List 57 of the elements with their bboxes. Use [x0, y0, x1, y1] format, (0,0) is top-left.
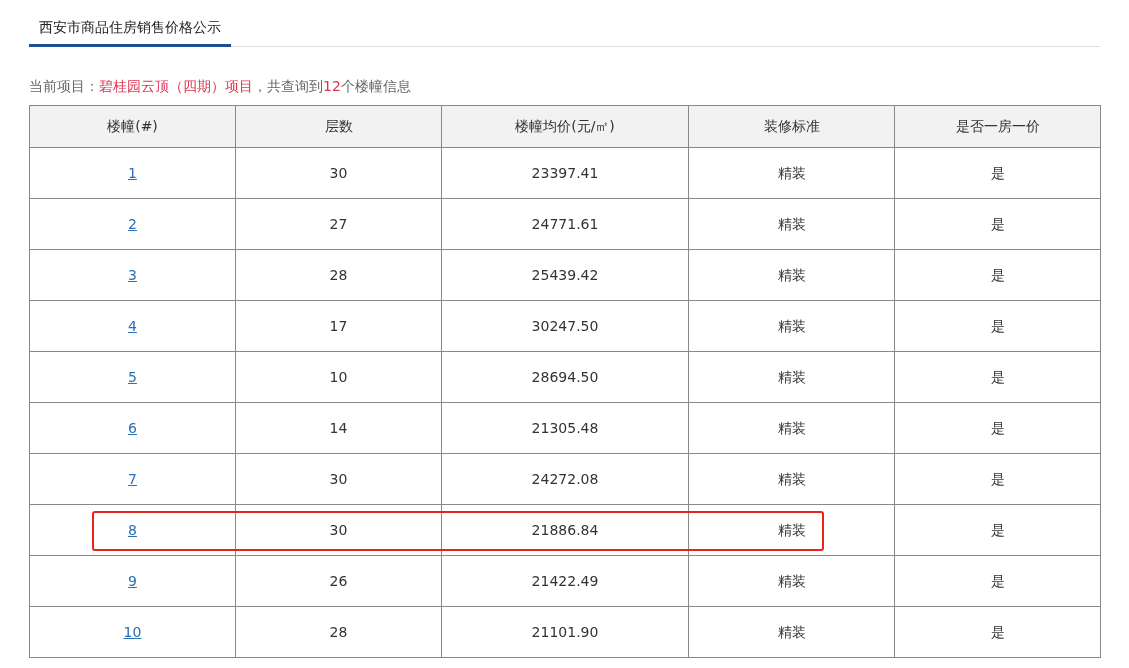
table-cell: 精装 — [688, 249, 895, 301]
column-header: 楼幢(#) — [29, 105, 236, 148]
table-cell: 是 — [894, 249, 1101, 301]
column-header: 装修标准 — [688, 105, 895, 148]
table-cell: 精装 — [688, 606, 895, 658]
table-cell: 是 — [894, 147, 1101, 199]
building-link[interactable]: 1 — [128, 164, 137, 181]
table-cell: 28694.50 — [441, 351, 689, 403]
building-link[interactable]: 6 — [128, 419, 137, 436]
table-cell: 精装 — [688, 504, 895, 556]
building-link[interactable]: 10 — [123, 623, 142, 640]
table-cell: 28 — [235, 249, 442, 301]
table-cell: 精装 — [688, 351, 895, 403]
table-cell: 精装 — [688, 147, 895, 199]
table-cell: 30 — [235, 453, 442, 505]
table-cell: 14 — [235, 402, 442, 454]
table-cell: 30 — [235, 504, 442, 556]
building-link[interactable]: 3 — [128, 266, 137, 283]
page-tab[interactable]: 西安市商品住房销售价格公示 — [29, 10, 231, 47]
building-link[interactable]: 8 — [128, 521, 137, 538]
column-header: 层数 — [235, 105, 442, 148]
table-cell: 27 — [235, 198, 442, 250]
column-header: 是否一房一价 — [894, 105, 1101, 148]
table-cell: 24771.61 — [441, 198, 689, 250]
table-cell: 精装 — [688, 555, 895, 607]
table-cell: 24272.08 — [441, 453, 689, 505]
table-cell: 是 — [894, 300, 1101, 352]
table-cell: 精装 — [688, 453, 895, 505]
building-link[interactable]: 2 — [128, 215, 137, 232]
building-link[interactable]: 7 — [128, 470, 137, 487]
column-header: 楼幢均价(元/㎡) — [441, 105, 689, 148]
table-cell: 10 — [235, 351, 442, 403]
building-link[interactable]: 4 — [128, 317, 137, 334]
table-cell: 25439.42 — [441, 249, 689, 301]
table-cell: 21422.49 — [441, 555, 689, 607]
project-summary-text: 当前项目：碧桂园云顶（四期）项目，共查询到12个楼幢信息 — [29, 77, 412, 96]
table-cell: 精装 — [688, 402, 895, 454]
table-cell: 是 — [894, 402, 1101, 454]
building-link[interactable]: 9 — [128, 572, 137, 589]
table-cell: 是 — [894, 504, 1101, 556]
table-cell: 是 — [894, 453, 1101, 505]
table-cell: 精装 — [688, 300, 895, 352]
table-cell: 30 — [235, 147, 442, 199]
table-cell: 21305.48 — [441, 402, 689, 454]
table-cell: 是 — [894, 606, 1101, 658]
table-cell: 21101.90 — [441, 606, 689, 658]
table-cell: 是 — [894, 555, 1101, 607]
table-cell: 是 — [894, 198, 1101, 250]
table-cell: 28 — [235, 606, 442, 658]
table-cell: 26 — [235, 555, 442, 607]
table-cell: 23397.41 — [441, 147, 689, 199]
table-cell: 30247.50 — [441, 300, 689, 352]
building-link[interactable]: 5 — [128, 368, 137, 385]
table-cell: 精装 — [688, 198, 895, 250]
table-cell: 17 — [235, 300, 442, 352]
table-cell: 21886.84 — [441, 504, 689, 556]
table-cell: 是 — [894, 351, 1101, 403]
